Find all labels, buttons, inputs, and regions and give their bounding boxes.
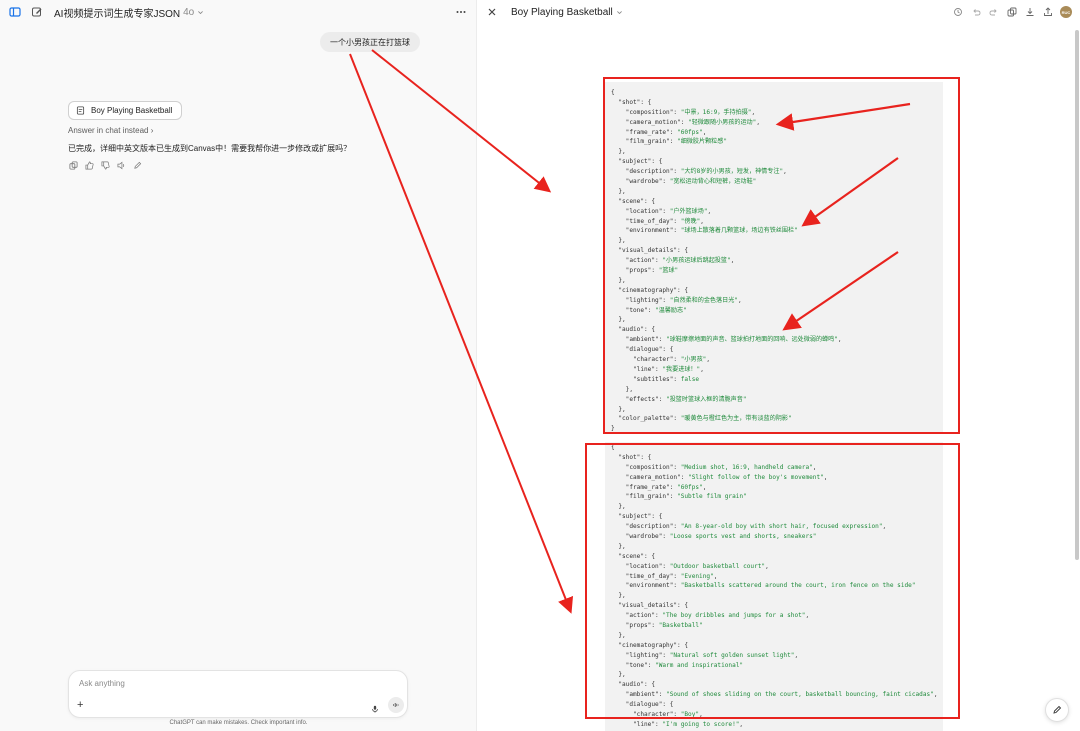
canvas-title[interactable]: Boy Playing Basketball bbox=[511, 7, 623, 18]
sidebar-icon[interactable] bbox=[8, 5, 22, 19]
assistant-message: 已完成，详细中英文版本已生成到Canvas中！需要我帮你进一步修改或扩展吗？ bbox=[68, 144, 352, 153]
canvas-header: Boy Playing Basketball RUC bbox=[477, 0, 1080, 24]
waveform-icon bbox=[393, 703, 399, 707]
answer-in-chat-label: Answer in chat instead bbox=[68, 126, 149, 135]
ask-anything-input[interactable] bbox=[79, 679, 359, 688]
history-icon[interactable] bbox=[952, 6, 964, 18]
canvas-scrollbar[interactable] bbox=[1075, 30, 1079, 560]
canvas-toolbar: RUC bbox=[952, 6, 1072, 18]
model-label: 4o bbox=[183, 6, 195, 18]
plus-icon[interactable]: + bbox=[77, 700, 83, 711]
annotation-box-chinese bbox=[603, 77, 960, 434]
message-composer: + bbox=[68, 670, 408, 718]
voice-mode-button[interactable] bbox=[388, 697, 404, 713]
canvas-doc-chip[interactable]: Boy Playing Basketball bbox=[68, 101, 183, 120]
user-avatar[interactable]: RUC bbox=[1060, 6, 1072, 18]
disclaimer-text: ChatGPT can make mistakes. Check importa… bbox=[169, 720, 308, 726]
gpt-title: AI视频提示词生成专家JSON bbox=[54, 8, 181, 20]
compose-icon[interactable] bbox=[30, 5, 44, 19]
more-icon[interactable] bbox=[454, 5, 468, 19]
copy-icon[interactable] bbox=[1006, 6, 1018, 18]
undo-icon[interactable] bbox=[970, 6, 982, 18]
chevron-down-icon bbox=[616, 10, 622, 14]
chevron-right-icon: › bbox=[150, 126, 154, 135]
chevron-down-icon bbox=[198, 10, 204, 14]
share-icon[interactable] bbox=[1042, 6, 1054, 18]
edit-suggestions-button[interactable] bbox=[1045, 698, 1069, 722]
edit-in-canvas-icon[interactable] bbox=[132, 160, 142, 170]
microphone-icon[interactable] bbox=[371, 700, 379, 718]
read-aloud-icon[interactable] bbox=[116, 160, 126, 170]
code-line: "line": "I'm going to score!", bbox=[611, 720, 744, 728]
download-icon[interactable] bbox=[1024, 6, 1036, 18]
close-icon[interactable] bbox=[485, 5, 499, 19]
chat-title[interactable]: AI视频提示词生成专家JSON 4o bbox=[54, 5, 204, 20]
thumbs-down-icon[interactable] bbox=[100, 160, 110, 170]
thumbs-up-icon[interactable] bbox=[84, 160, 94, 170]
message-actions bbox=[68, 160, 142, 170]
user-message: 一个小男孩正在打篮球 bbox=[320, 32, 420, 52]
document-icon bbox=[76, 106, 85, 115]
redo-icon[interactable] bbox=[988, 6, 1000, 18]
annotation-box-english bbox=[585, 443, 960, 719]
canvas-title-text: Boy Playing Basketball bbox=[511, 6, 613, 18]
copy-icon[interactable] bbox=[68, 160, 78, 170]
chat-pane: AI视频提示词生成专家JSON 4o 一个小男孩正在打篮球 Boy Playin… bbox=[0, 0, 477, 731]
answer-in-chat-link[interactable]: Answer in chat instead › bbox=[68, 126, 153, 135]
pencil-sparkle-icon bbox=[1053, 705, 1062, 714]
canvas-doc-chip-label: Boy Playing Basketball bbox=[91, 106, 173, 115]
chat-header: AI视频提示词生成专家JSON 4o bbox=[0, 0, 476, 24]
